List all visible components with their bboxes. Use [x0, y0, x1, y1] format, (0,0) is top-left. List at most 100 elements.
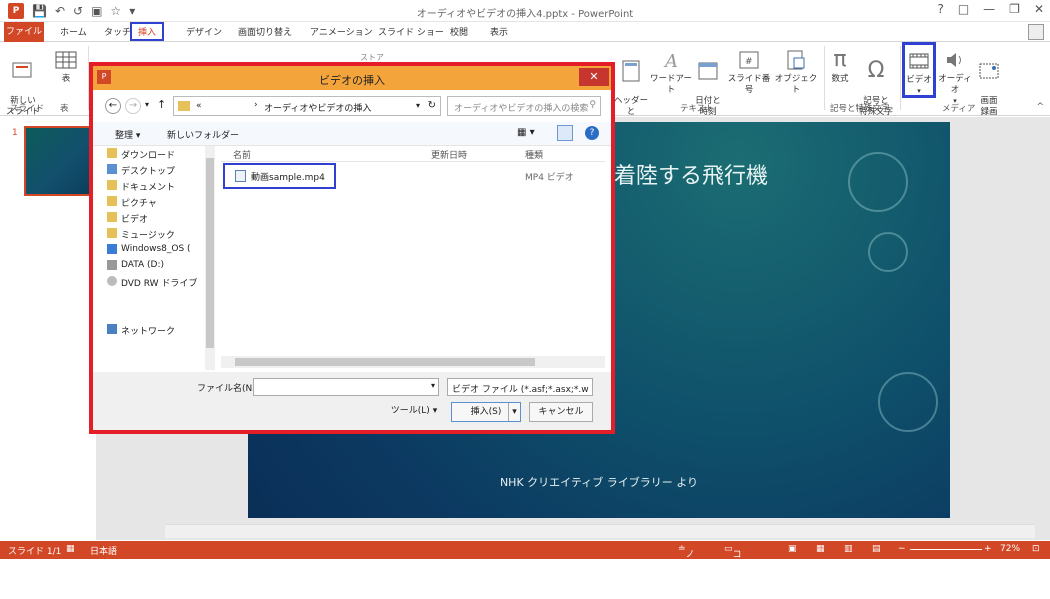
column-type[interactable]: 種類 [525, 148, 543, 161]
nav-item-data-drive[interactable]: DATA (D:) [121, 260, 207, 270]
tab-review[interactable]: 校閲 [450, 25, 468, 38]
videos-icon [107, 212, 117, 222]
zoom-level[interactable]: 72% [1000, 544, 1020, 554]
nav-item-network[interactable]: ネットワーク [121, 324, 207, 337]
nav-item-desktop[interactable]: デスクトップ [121, 164, 207, 177]
nav-item-videos[interactable]: ビデオ [121, 212, 207, 225]
screen-recording-button[interactable]: 画面 録画 [974, 48, 1004, 118]
slideshow-view-icon[interactable]: ▤ [872, 544, 881, 554]
horizontal-scrollbar[interactable] [165, 524, 1035, 538]
equation-button[interactable]: π 数式 [828, 48, 852, 85]
slide-number-button[interactable]: # スライド番号 [726, 48, 772, 96]
comments-button[interactable]: ▭ コメント [724, 544, 742, 599]
tab-file[interactable]: ファイル [4, 22, 44, 42]
slide-title: 着陸する飛行機 [614, 164, 769, 189]
tab-slideshow[interactable]: スライド ショー [378, 25, 444, 38]
recent-locations-icon[interactable]: ▾ [145, 100, 149, 109]
filename-input[interactable]: ▾ [253, 378, 439, 396]
collapse-ribbon-icon[interactable]: ^ [1036, 102, 1044, 112]
up-icon[interactable]: ↑ [157, 98, 166, 111]
wordart-button[interactable]: A ワードアート [650, 48, 692, 96]
group-symbols-label: 記号と特殊文字 [830, 104, 890, 114]
preview-pane-icon[interactable] [557, 125, 573, 141]
restore-icon[interactable]: ❐ [1009, 2, 1020, 16]
tab-design[interactable]: デザイン [186, 25, 222, 38]
search-box[interactable]: オーディオやビデオの挿入の検索 ⚲ [447, 96, 601, 116]
tab-touch[interactable]: タッチ [104, 25, 131, 38]
nav-item-documents[interactable]: ドキュメント [121, 180, 207, 193]
insert-button[interactable]: 挿入(S) ▾ [451, 402, 521, 422]
nav-scrollbar[interactable] [205, 146, 215, 370]
spell-check-icon[interactable]: ▦ [66, 544, 75, 554]
file-row-selected[interactable]: 動画sample.mp4 [223, 163, 336, 189]
help-icon[interactable]: ? [585, 126, 599, 140]
status-bar: スライド 1/1 ▦ 日本語 ≐ ノート ▭ コメント ▣ ▦ ▥ ▤ − + … [0, 541, 1050, 599]
help-icon[interactable]: ? [937, 2, 943, 16]
group-text-label: テキスト [680, 104, 714, 114]
desktop-icon [107, 164, 117, 174]
video-button[interactable]: ビデオ ▾ [902, 42, 936, 98]
nav-item-windows-drive[interactable]: Windows8_OS ( [121, 244, 207, 254]
insert-dropdown-icon[interactable]: ▾ [508, 403, 520, 421]
slide-sorter-icon[interactable]: ▦ [816, 544, 825, 554]
zoom-in-icon[interactable]: + [984, 544, 992, 554]
file-list-scrollbar-thumb[interactable] [235, 358, 535, 366]
address-bar[interactable]: « › オーディオやビデオの挿入 ▾ ↻ [173, 96, 441, 116]
window-controls: ? □ — ❐ ✕ [937, 2, 1044, 16]
tab-view[interactable]: 表示 [490, 25, 508, 38]
dialog-close-button[interactable]: ✕ [579, 68, 609, 86]
table-button[interactable]: 表 [52, 48, 80, 85]
tab-home[interactable]: ホーム [60, 25, 87, 38]
audio-button[interactable]: オーディオ ▾ [938, 48, 972, 107]
file-list-scrollbar[interactable] [221, 356, 605, 368]
group-table-label: 表 [60, 104, 69, 114]
view-options-icon[interactable]: ▦ ▾ [517, 127, 535, 138]
object-icon [787, 50, 805, 70]
audio-label: オーディオ [938, 74, 972, 95]
normal-view-icon[interactable]: ▣ [788, 544, 797, 554]
nav-item-dvd-drive[interactable]: DVD RW ドライブ [121, 276, 207, 289]
notes-button[interactable]: ≐ ノート [678, 544, 695, 586]
user-avatar[interactable] [1028, 24, 1044, 40]
folder-icon [178, 101, 190, 111]
slide-thumbnail[interactable]: 1 [12, 126, 94, 196]
insert-video-dialog: P ビデオの挿入 ✕ ← → ▾ ↑ « › オーディオやビデオの挿入 ▾ ↻ … [89, 62, 615, 434]
tools-button[interactable]: ツール(L) ▾ [383, 402, 445, 422]
tab-animations[interactable]: アニメーション [310, 25, 373, 38]
forward-icon[interactable]: → [125, 98, 141, 114]
status-slide-count: スライド 1/1 [8, 547, 62, 557]
speaker-icon [947, 53, 961, 67]
filetype-select[interactable]: ビデオ ファイル (*.asf;*.asx;*.w [447, 378, 593, 396]
close-icon[interactable]: ✕ [1034, 2, 1044, 16]
nav-scrollbar-thumb[interactable] [206, 158, 214, 348]
dialog-title-bar[interactable]: P ビデオの挿入 ✕ [93, 66, 611, 90]
organize-button[interactable]: 整理 ▾ [115, 128, 140, 141]
reading-view-icon[interactable]: ▥ [844, 544, 853, 554]
tab-transitions[interactable]: 画面切り替え [238, 25, 292, 38]
column-name[interactable]: 名前 [233, 148, 251, 161]
nav-item-music[interactable]: ミュージック [121, 228, 207, 241]
nav-item-pictures[interactable]: ピクチャ [121, 196, 207, 209]
status-language[interactable]: 日本語 [90, 544, 117, 557]
zoom-slider[interactable] [910, 549, 982, 550]
window-title: オーディオやビデオの挿入4.pptx - PowerPoint [416, 9, 634, 20]
tab-insert[interactable]: 挿入 [130, 22, 165, 41]
breadcrumb-path[interactable]: オーディオやビデオの挿入 [264, 101, 371, 114]
ribbon-display-icon[interactable]: □ [958, 2, 969, 16]
header-footer-icon [622, 60, 640, 82]
minimize-icon[interactable]: — [983, 2, 995, 16]
nav-item-downloads[interactable]: ダウンロード [121, 148, 207, 161]
new-folder-button[interactable]: 新しいフォルダー [167, 128, 239, 141]
object-button[interactable]: オブジェクト [774, 48, 818, 96]
zoom-out-icon[interactable]: − [898, 544, 906, 554]
filename-dropdown-icon[interactable]: ▾ [431, 381, 435, 390]
fit-slide-icon[interactable]: ⊡ [1032, 544, 1040, 554]
title-bar: P 💾 ↶ ↺ ▣ ☆ ▾ オーディオやビデオの挿入4.pptx - Power… [0, 0, 1050, 22]
address-dropdown-icon[interactable]: ▾ [416, 101, 420, 110]
back-icon[interactable]: ← [105, 98, 121, 114]
tools-label: ツール(L) [390, 406, 430, 416]
video-dropdown-icon[interactable]: ▾ [905, 86, 933, 97]
refresh-icon[interactable]: ↻ [428, 100, 436, 111]
column-date[interactable]: 更新日時 [431, 148, 467, 161]
cancel-button[interactable]: キャンセル [529, 402, 593, 422]
